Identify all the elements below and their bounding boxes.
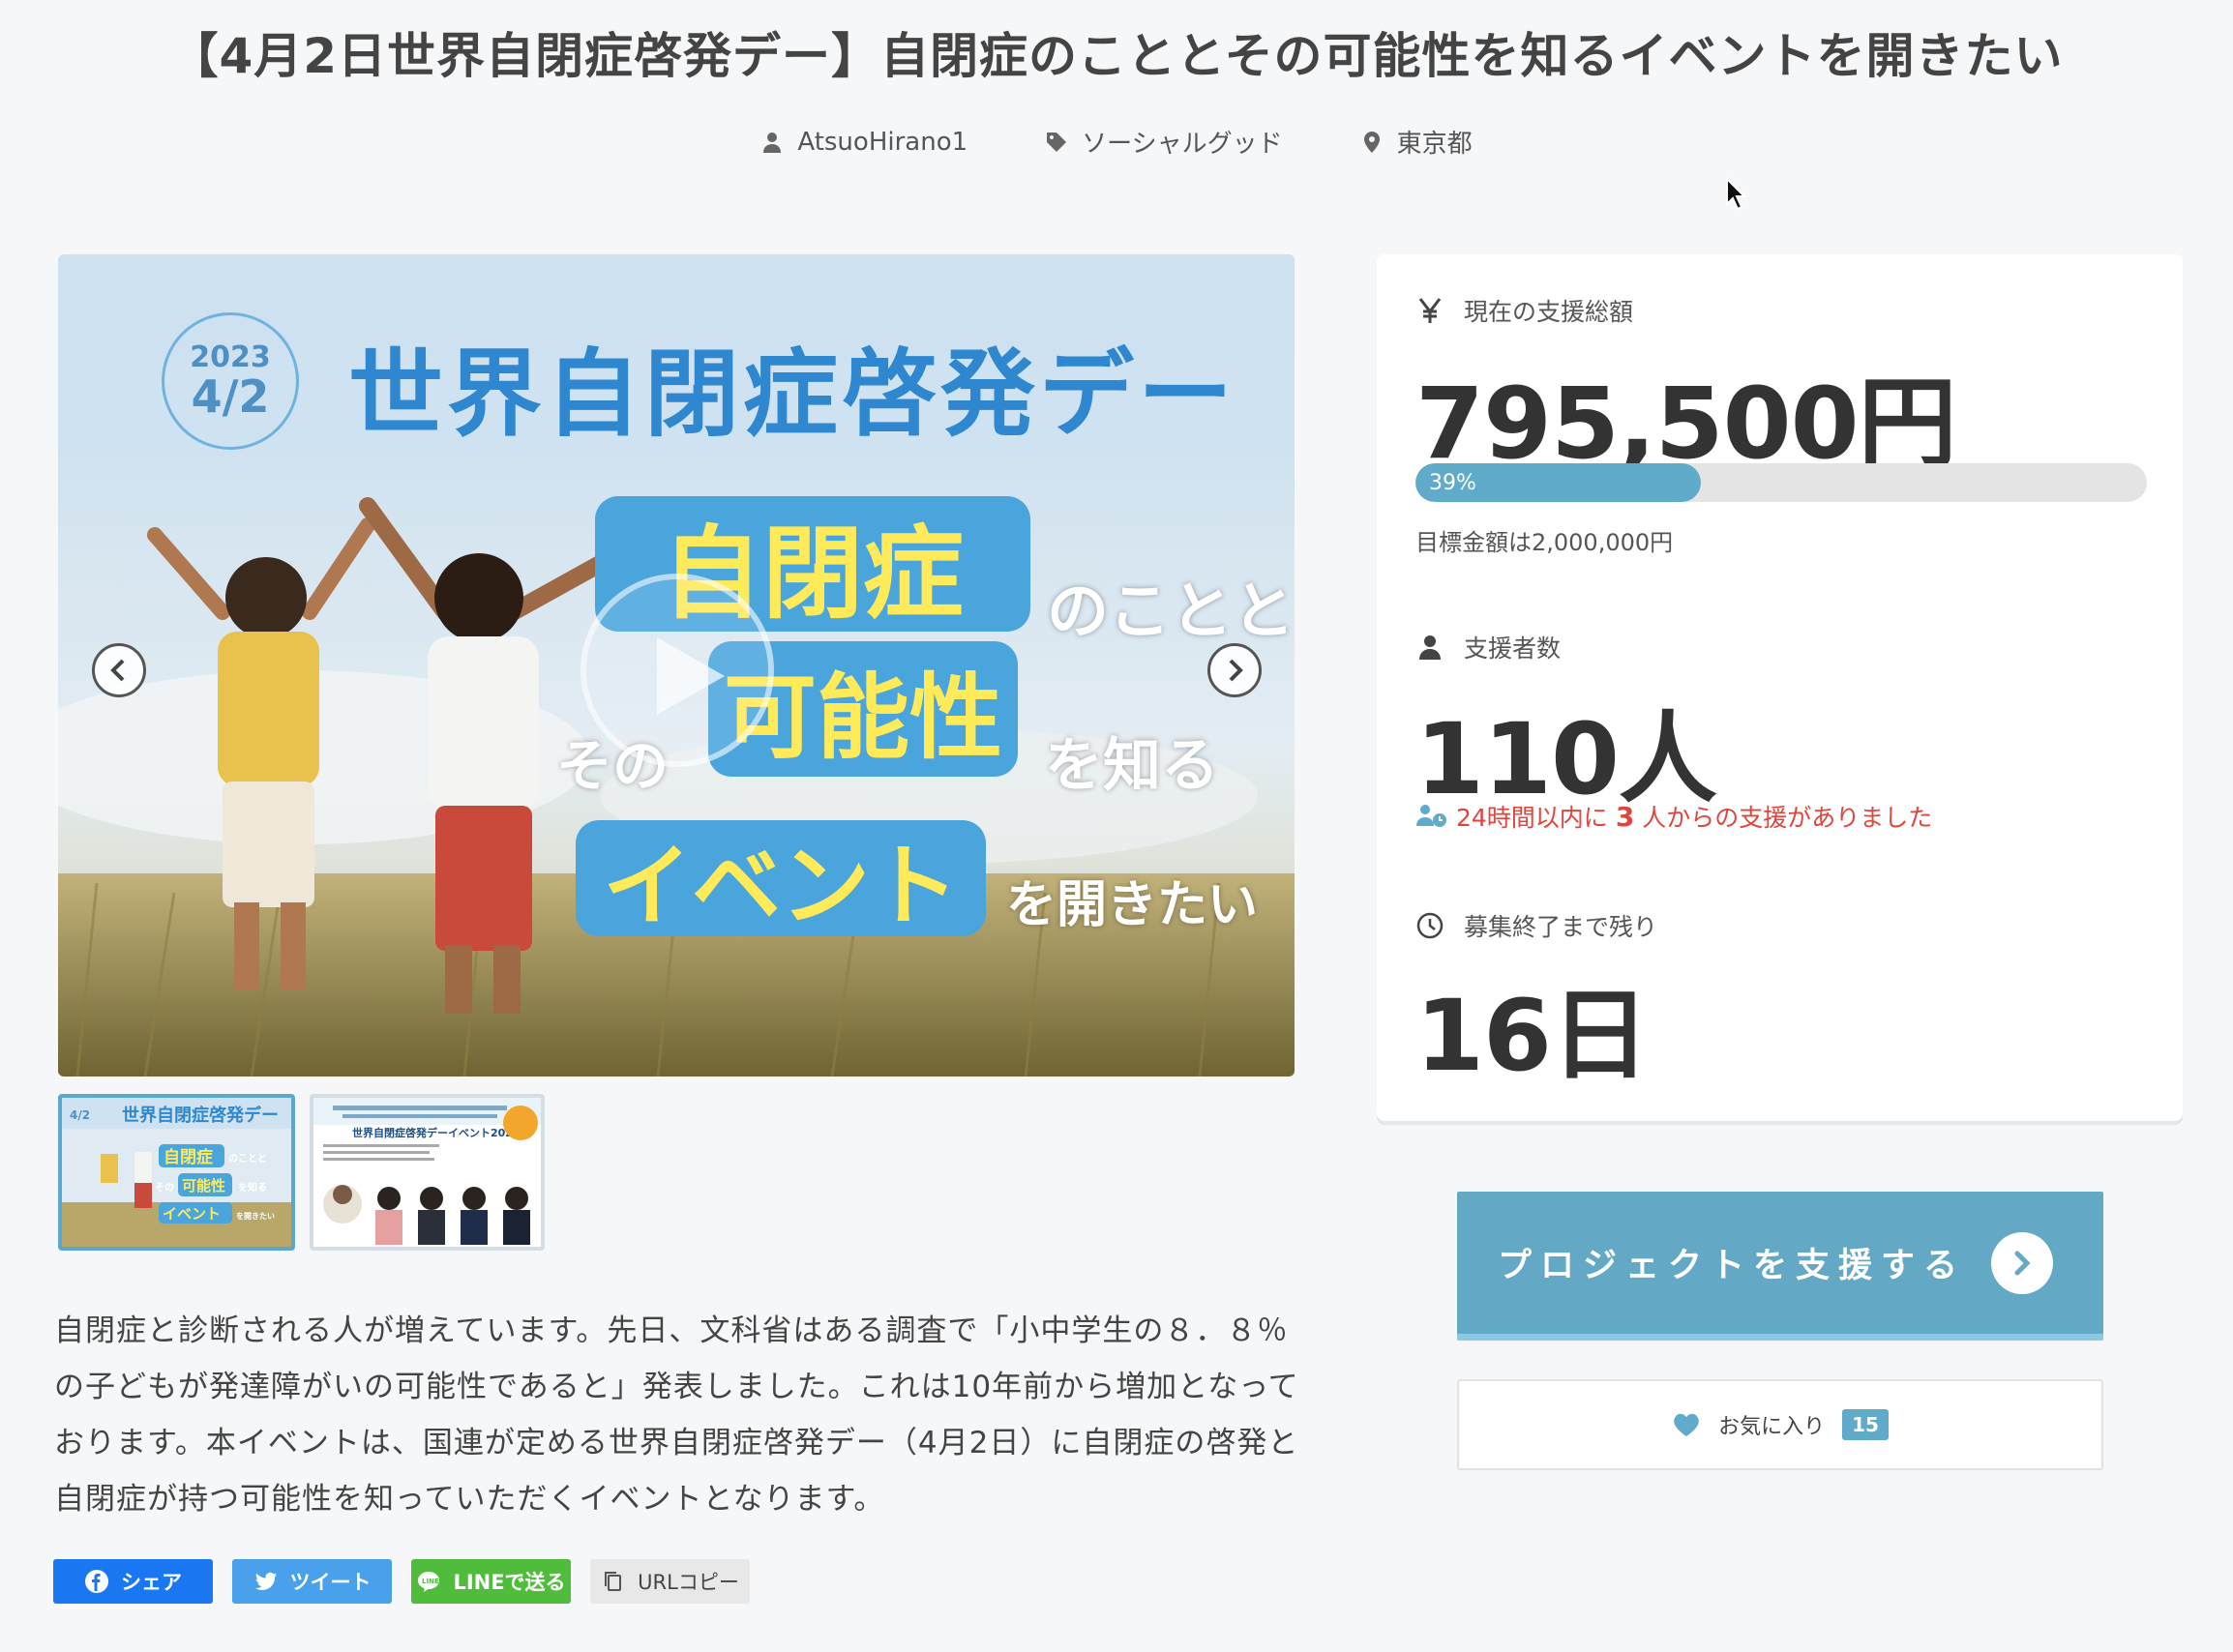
goal-amount: 目標金額は2,000,000円 [1415, 529, 1674, 556]
page-title: 【4月2日世界自閉症啓発デー】自閉症のこととその可能性を知るイベントを開きたい [169, 28, 2064, 84]
category-link[interactable]: ソーシャルグッド [1045, 124, 1283, 160]
thumb-1-word-2: その [155, 1182, 174, 1194]
map-pin-icon [1363, 131, 1380, 153]
supporters-label: 支援者数 [1415, 630, 1561, 664]
next-slide-button[interactable] [1207, 643, 1262, 697]
user-icon [763, 132, 782, 153]
mouse-cursor-icon [1726, 177, 1746, 211]
project-page: 【4月2日世界自閉症啓発デー】自閉症のこととその可能性を知るイベントを開きたい … [0, 0, 2233, 1652]
copy-icon [605, 1572, 622, 1591]
remaining-label: 募集終了まで残り [1415, 908, 1657, 943]
line-share-label: LINEで送る [453, 1571, 566, 1594]
thumbnail-1-image: 4/2 世界自閉症啓発デー 自閉症 のことと その 可能性 を知る イベント を… [62, 1098, 291, 1247]
thumb-1-pill-2: 可能性 [182, 1177, 225, 1195]
funding-progress-bar: 39% [1415, 463, 2147, 502]
hero-word-1: のことと [1047, 576, 1295, 648]
tag-icon [1047, 132, 1067, 152]
hero-pill-event: イベント [576, 820, 986, 938]
play-icon [657, 637, 725, 715]
user-icon [1419, 635, 1441, 660]
hero-heading: 世界自閉症啓発デー [348, 339, 1237, 450]
play-button[interactable] [581, 574, 774, 767]
recent-count: 3 [1615, 800, 1635, 833]
recent-suffix: 人からの支援がありました [1642, 804, 1933, 832]
twitter-share-label: ツイート [289, 1571, 372, 1594]
remaining-label-text: 募集終了まで残り [1464, 913, 1658, 941]
heart-icon [1674, 1413, 1699, 1436]
thumbnail-2[interactable]: 世界自閉症啓発デーイベント2023 [310, 1094, 545, 1251]
category-name: ソーシャルグッド [1082, 130, 1283, 159]
remaining-value: 16日 [1415, 979, 1650, 1094]
project-description: 自閉症と診断される人が増えています。先日、文科省はある調査で「小中学生の８．８％… [54, 1313, 1299, 1517]
hero-date-badge: 2023 4/2 [162, 312, 299, 450]
hero-word-4: を開きたい [1006, 876, 1259, 934]
progress-fill: 39% [1415, 463, 1701, 502]
line-share-button[interactable]: LINE LINEで送る [411, 1559, 571, 1604]
hero-media[interactable]: 2023 4/2 世界自閉症啓発デー 自閉症 のことと その 可能性 を知る イ… [58, 254, 1295, 1077]
project-meta: AtsuoHirano1 ソーシャルグッド 東京都 [0, 124, 2233, 160]
supporters-label-text: 支援者数 [1464, 634, 1562, 663]
thumbnail-1[interactable]: 4/2 世界自閉症啓発デー 自閉症 のことと その 可能性 を知る イベント を… [58, 1094, 295, 1251]
facebook-icon [85, 1570, 108, 1593]
facebook-share-label: シェア [121, 1571, 182, 1594]
location-link[interactable]: 東京都 [1360, 124, 1473, 160]
amount-label-text: 現在の支援総額 [1464, 298, 1634, 326]
arrow-right-circle-icon [1991, 1232, 2053, 1294]
recent-prefix: 24時間以内に [1456, 804, 1608, 832]
thumb-1-word-3: を知る [238, 1181, 267, 1194]
thumb-1-logo-date: 4/2 [70, 1108, 90, 1122]
thumb-1-pill-1: 自閉症 [164, 1147, 213, 1167]
line-icon: LINE [418, 1572, 440, 1592]
thumb-1-word-1: のことと [228, 1153, 267, 1165]
users-clock-icon [1416, 805, 1446, 827]
facebook-share-button[interactable]: シェア [53, 1559, 213, 1604]
hero-word-3: を知る [1045, 732, 1219, 800]
yen-icon [1418, 298, 1442, 323]
funding-stats-card: 現在の支援総額 795,500円 39% 目標金額は2,000,000円 支援者… [1377, 254, 2183, 1121]
thumb-1-pill-3: イベント [163, 1205, 221, 1223]
chevron-right-icon [1229, 659, 1243, 682]
hero-logo-year: 2023 [190, 340, 271, 375]
recent-support-notice: 24時間以内に 3 人からの支援がありました [1415, 799, 1932, 834]
support-project-button[interactable]: プロジェクトを支援する [1457, 1192, 2103, 1341]
support-button-label: プロジェクトを支援する [1498, 1247, 1967, 1285]
location-name: 東京都 [1396, 130, 1473, 159]
favorite-button[interactable]: お気に入り 15 [1457, 1379, 2103, 1470]
amount-label: 現在の支援総額 [1415, 293, 1633, 328]
thumb-2-title: 世界自閉症啓発デーイベント2023 [352, 1126, 521, 1139]
thumbnail-2-image: 世界自閉症啓発デーイベント2023 [313, 1098, 541, 1247]
chevron-right-icon [2014, 1251, 2031, 1276]
twitter-icon [254, 1572, 277, 1591]
svg-text:LINE: LINE [422, 1578, 439, 1585]
chevron-left-icon [110, 659, 125, 682]
clock-icon [1416, 912, 1444, 939]
favorite-count-badge: 15 [1842, 1409, 1889, 1440]
author-name: AtsuoHirano1 [797, 127, 968, 157]
share-buttons: シェア ツイート LINE LINEで送る URLコピー [53, 1559, 750, 1604]
author-link[interactable]: AtsuoHirano1 [760, 124, 968, 160]
prev-slide-button[interactable] [92, 643, 146, 697]
favorite-label: お気に入り [1718, 1415, 1826, 1439]
url-copy-label: URLコピー [638, 1571, 739, 1594]
twitter-share-button[interactable]: ツイート [232, 1559, 392, 1604]
hero-logo-date: 4/2 [191, 369, 270, 423]
url-copy-button[interactable]: URLコピー [590, 1559, 750, 1604]
thumb-1-heading: 世界自閉症啓発デー [122, 1105, 279, 1126]
thumb-1-word-4: を開きたい [236, 1211, 275, 1221]
